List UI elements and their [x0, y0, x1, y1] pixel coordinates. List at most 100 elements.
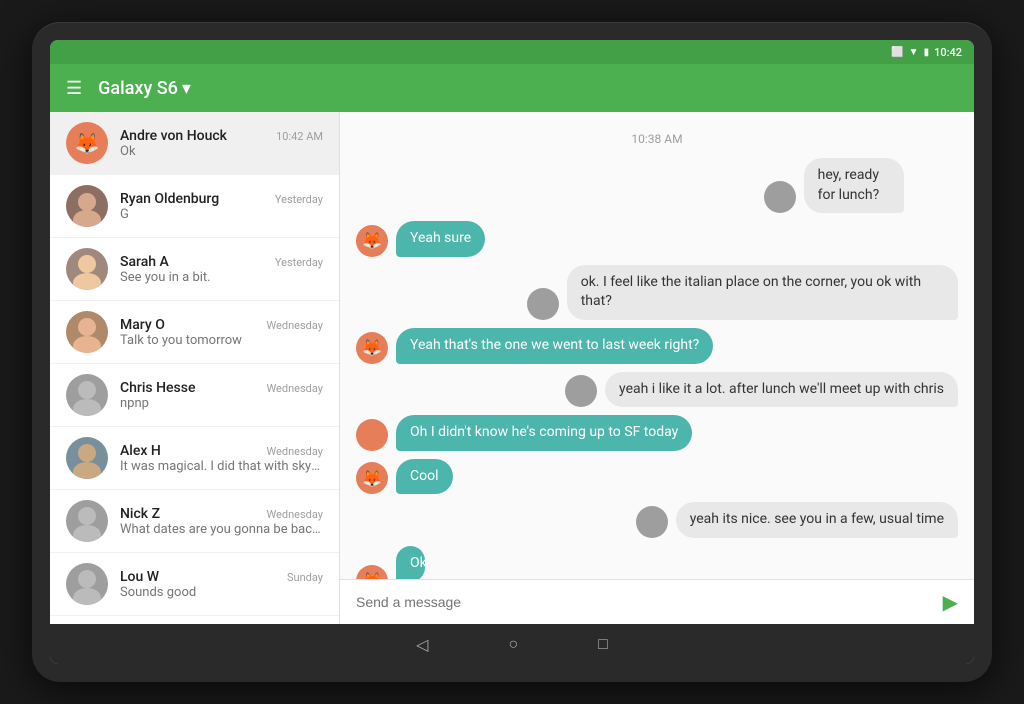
conv-item-3[interactable]: Sarah A Yesterday See you in a bit.: [50, 238, 339, 301]
chat-input-area: ▶: [340, 579, 974, 624]
conv-time-4: Wednesday: [266, 319, 323, 332]
chat-messages: 10:38 AM hey, ready for lunch? 🦊 Yeah su…: [340, 112, 974, 579]
tablet-screen: ⬜ ▼ ▮ 10:42 ☰ Galaxy S6 ▾ 🦊: [50, 40, 974, 664]
message-row-2: 🦊 Yeah sure: [356, 221, 958, 257]
bubble-1: hey, ready for lunch?: [804, 158, 904, 213]
message-row-8: yeah its nice. see you in a few, usual t…: [356, 502, 958, 538]
conv-info-6: Alex H Wednesday It was magical. I did t…: [120, 443, 323, 474]
conv-preview-1: Ok: [120, 144, 323, 159]
battery-icon: ⬜: [891, 47, 903, 58]
signal-icon: ▮: [924, 47, 930, 58]
conv-item-8[interactable]: Lou W Sunday Sounds good: [50, 553, 339, 616]
conv-preview-6: It was magical. I did that with skyrim: [120, 459, 323, 474]
conv-time-8: Sunday: [287, 571, 323, 584]
conv-item-6[interactable]: Alex H Wednesday It was magical. I did t…: [50, 427, 339, 490]
conv-preview-2: G: [120, 207, 323, 222]
conv-time-1: 10:42 AM: [276, 130, 323, 143]
bubble-3: ok. I feel like the italian place on the…: [567, 265, 958, 320]
app-title: Galaxy S6 ▾: [98, 78, 191, 99]
conv-time-3: Yesterday: [275, 256, 323, 269]
app-bar: ☰ Galaxy S6 ▾: [50, 64, 974, 112]
conv-info-7: Nick Z Wednesday What dates are you gonn…: [120, 506, 323, 537]
app-title-text: Galaxy S6: [98, 78, 178, 99]
back-button[interactable]: ◁: [416, 635, 428, 654]
nav-bar: ◁ ○ □: [50, 624, 974, 664]
conv-preview-7: What dates are you gonna be back in M...: [120, 522, 323, 537]
bubble-9: Ok: [396, 546, 425, 579]
home-button[interactable]: ○: [508, 634, 518, 654]
avatar-5: [66, 374, 108, 416]
sent-avatar-1: [764, 181, 796, 213]
avatar-3: [66, 248, 108, 290]
send-button[interactable]: ▶: [943, 590, 958, 614]
recv-avatar-9: 🦊: [356, 565, 388, 579]
status-bar: ⬜ ▼ ▮ 10:42: [50, 40, 974, 64]
message-row-4: 🦊 Yeah that's the one we went to last we…: [356, 328, 958, 364]
bubble-5: yeah i like it a lot. after lunch we'll …: [605, 372, 958, 408]
recv-avatar-2: 🦊: [356, 225, 388, 257]
conv-preview-4: Talk to you tomorrow: [120, 333, 323, 348]
msg-col-1: hey, ready for lunch?: [804, 158, 958, 213]
conv-item-5[interactable]: Chris Hesse Wednesday npnp: [50, 364, 339, 427]
conv-preview-3: See you in a bit.: [120, 270, 323, 285]
bubble-6: Oh I didn't know he's coming up to SF to…: [396, 415, 692, 451]
conv-time-6: Wednesday: [266, 445, 323, 458]
avatar-7: [66, 500, 108, 542]
message-input[interactable]: [356, 594, 931, 610]
wifi-icon: ▼: [909, 47, 919, 58]
bubble-7: Cool: [396, 459, 453, 495]
recv-avatar-7: 🦊: [356, 462, 388, 494]
conv-info-2: Ryan Oldenburg Yesterday G: [120, 191, 323, 222]
conv-name-7: Nick Z: [120, 506, 160, 522]
sent-avatar-8: [636, 506, 668, 538]
bubble-4: Yeah that's the one we went to last week…: [396, 328, 713, 364]
sent-avatar-5: [565, 375, 597, 407]
msg-col-9: Ok Now: [396, 546, 441, 579]
bubble-8: yeah its nice. see you in a few, usual t…: [676, 502, 958, 538]
message-row-1: hey, ready for lunch?: [356, 158, 958, 213]
conv-preview-8: Sounds good: [120, 585, 323, 600]
recents-button[interactable]: □: [598, 634, 608, 654]
recv-avatar-6: [356, 419, 388, 451]
avatar-1: 🦊: [66, 122, 108, 164]
conv-name-2: Ryan Oldenburg: [120, 191, 219, 207]
avatar-4: [66, 311, 108, 353]
conv-time-5: Wednesday: [266, 382, 323, 395]
bubble-2: Yeah sure: [396, 221, 485, 257]
conv-info-1: Andre von Houck 10:42 AM Ok: [120, 128, 323, 159]
status-icons: ⬜ ▼ ▮ 10:42: [891, 46, 962, 59]
conv-name-5: Chris Hesse: [120, 380, 195, 396]
conv-item-1[interactable]: 🦊 Andre von Houck 10:42 AM Ok: [50, 112, 339, 175]
conv-name-4: Mary O: [120, 317, 165, 333]
message-row-7: 🦊 Cool: [356, 459, 958, 495]
conv-info-4: Mary O Wednesday Talk to you tomorrow: [120, 317, 323, 348]
conv-name-3: Sarah A: [120, 254, 169, 270]
conv-info-5: Chris Hesse Wednesday npnp: [120, 380, 323, 411]
avatar-2: [66, 185, 108, 227]
chat-timestamp-top: 10:38 AM: [356, 132, 958, 146]
message-row-9: 🦊 Ok Now: [356, 546, 958, 579]
conv-info-3: Sarah A Yesterday See you in a bit.: [120, 254, 323, 285]
sent-avatar-3: [527, 288, 559, 320]
avatar-6: [66, 437, 108, 479]
dropdown-arrow-icon[interactable]: ▾: [182, 78, 191, 99]
conv-info-8: Lou W Sunday Sounds good: [120, 569, 323, 600]
tablet-device: ⬜ ▼ ▮ 10:42 ☰ Galaxy S6 ▾ 🦊: [32, 22, 992, 682]
conversation-list: 🦊 Andre von Houck 10:42 AM Ok: [50, 112, 340, 624]
message-row-5: yeah i like it a lot. after lunch we'll …: [356, 372, 958, 408]
conv-item-2[interactable]: Ryan Oldenburg Yesterday G: [50, 175, 339, 238]
conv-time-7: Wednesday: [266, 508, 323, 521]
chat-area: 10:38 AM hey, ready for lunch? 🦊 Yeah su…: [340, 112, 974, 624]
conv-item-7[interactable]: Nick Z Wednesday What dates are you gonn…: [50, 490, 339, 553]
message-row-6: Oh I didn't know he's coming up to SF to…: [356, 415, 958, 451]
conv-name-6: Alex H: [120, 443, 161, 459]
message-row-3: ok. I feel like the italian place on the…: [356, 265, 958, 320]
conv-name-8: Lou W: [120, 569, 159, 585]
avatar-8: [66, 563, 108, 605]
status-time: 10:42: [934, 46, 962, 59]
hamburger-icon[interactable]: ☰: [66, 78, 82, 99]
conv-item-4[interactable]: Mary O Wednesday Talk to you tomorrow: [50, 301, 339, 364]
conv-time-2: Yesterday: [275, 193, 323, 206]
conv-name-1: Andre von Houck: [120, 128, 227, 144]
main-content: 🦊 Andre von Houck 10:42 AM Ok: [50, 112, 974, 624]
